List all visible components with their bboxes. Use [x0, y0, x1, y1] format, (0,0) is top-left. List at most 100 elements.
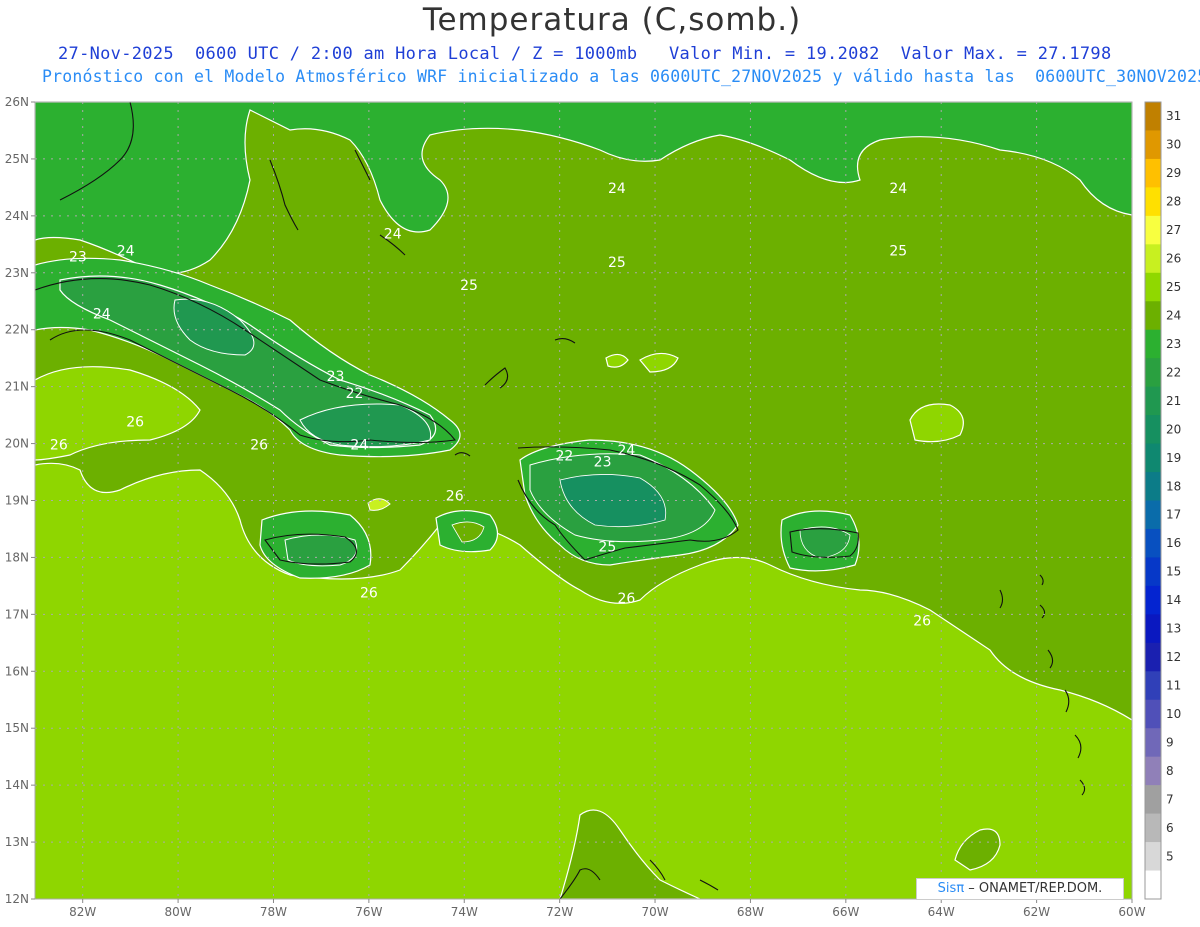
colorbar-swatch: [1145, 102, 1161, 131]
colorbar-swatch: [1145, 785, 1161, 815]
colorbar-swatch: [1145, 329, 1161, 359]
contour-label: 23: [327, 369, 345, 385]
colorbar-swatch: [1145, 187, 1161, 217]
contour-label: 24: [384, 227, 402, 243]
lat-label: 13N: [5, 835, 29, 849]
lat-label: 24N: [5, 209, 29, 223]
colorbar-label: 28: [1166, 195, 1181, 209]
colorbar-label: 8: [1166, 764, 1174, 778]
colorbar-label: 14: [1166, 593, 1181, 607]
credit-logo: Sis: [937, 881, 957, 896]
colorbar-swatch: [1145, 443, 1161, 473]
lat-label: 22N: [5, 323, 29, 337]
colorbar-label: 24: [1166, 308, 1181, 322]
colorbar-swatch: [1145, 813, 1161, 843]
contour-label: 26: [50, 437, 68, 453]
colorbar-swatch: [1145, 671, 1161, 701]
colorbar-swatch: [1145, 728, 1161, 758]
band-23-jamaica: [284, 534, 358, 567]
contour-label: 26: [360, 585, 378, 601]
lat-label: 17N: [5, 607, 29, 621]
contour-label: 24: [889, 181, 907, 197]
lon-label: 68W: [737, 905, 764, 919]
lon-label: 62W: [1023, 905, 1050, 919]
lat-label: 23N: [5, 266, 29, 280]
colorbar-label: 29: [1166, 166, 1181, 180]
contour-label: 24: [350, 437, 368, 453]
contour-label: 23: [69, 249, 87, 265]
contour-label: 26: [446, 489, 464, 505]
colorbar-label: 9: [1166, 735, 1174, 749]
colorbar-swatch: [1145, 699, 1161, 729]
contour-label: 24: [608, 181, 626, 197]
colorbar-label: 16: [1166, 536, 1181, 550]
colorbar-swatch: [1145, 642, 1161, 672]
colorbar-label: 21: [1166, 394, 1181, 408]
lat-label: 25N: [5, 152, 29, 166]
colorbar-swatch: [1145, 842, 1161, 872]
contour-label: 26: [618, 591, 636, 607]
lon-label: 74W: [451, 905, 478, 919]
colorbar-label: 17: [1166, 508, 1181, 522]
contour-label: 26: [913, 614, 931, 630]
colorbar-label: 20: [1166, 422, 1181, 436]
lat-label: 19N: [5, 494, 29, 508]
colorbar-swatch: [1145, 585, 1161, 615]
colorbar-swatch: [1145, 215, 1161, 245]
contour-label: 22: [556, 449, 574, 465]
colorbar-swatch: [1145, 614, 1161, 644]
contour-label: 26: [126, 414, 144, 430]
colorbar-label: 6: [1166, 821, 1174, 835]
colorbar-swatch: [1145, 244, 1161, 274]
lon-label: 64W: [928, 905, 955, 919]
lon-label: 66W: [832, 905, 859, 919]
colorbar-label: 26: [1166, 252, 1181, 266]
lat-label: 26N: [5, 95, 29, 109]
contour-label: 24: [117, 244, 135, 260]
lon-label: 72W: [546, 905, 573, 919]
colorbar-label: 18: [1166, 479, 1181, 493]
colorbar-label: 12: [1166, 650, 1181, 664]
band-26-east-patch: [909, 403, 964, 443]
colorbar-swatch: [1145, 158, 1161, 188]
lat-label: 18N: [5, 550, 29, 564]
colorbar-swatch: [1145, 301, 1161, 331]
lon-label: 80W: [165, 905, 192, 919]
colorbar-swatch: [1145, 756, 1161, 786]
colorbar-swatch: [1145, 130, 1161, 160]
colorbar-swatch: [1145, 472, 1161, 501]
colorbar-label: 15: [1166, 565, 1181, 579]
lon-label: 76W: [355, 905, 382, 919]
colorbar-swatch: [1145, 557, 1161, 587]
colorbar-label: 11: [1166, 679, 1181, 693]
colorbar-label: 19: [1166, 451, 1181, 465]
map-canvas: 82W 80W 78W 76W 74W 72W 70W 68W 66W 64W 62W 60W 26N 2…: [5, 95, 1182, 919]
credit-text: – ONAMET/REP.DOM.: [968, 881, 1103, 896]
credit-badge: Sisπ – ONAMET/REP.DOM.: [916, 878, 1124, 900]
lat-label: 15N: [5, 721, 29, 735]
lon-label: 70W: [641, 905, 668, 919]
lon-label: 60W: [1118, 905, 1145, 919]
colorbar-label: 22: [1166, 365, 1181, 379]
colorbar-label: 27: [1166, 223, 1181, 237]
colorbar-label: 7: [1166, 792, 1174, 806]
colorbar-swatch: [1145, 272, 1161, 302]
contour-label: 23: [594, 454, 612, 470]
colorbar-label: 13: [1166, 622, 1181, 636]
contour-label: 25: [460, 278, 478, 294]
colorbar-swatch: [1145, 500, 1161, 530]
colorbar-label: 23: [1166, 337, 1181, 351]
contour-label: 26: [250, 437, 268, 453]
colorbar-swatch: [1145, 870, 1161, 900]
contour-label: 25: [598, 540, 616, 556]
colorbar-label: 30: [1166, 138, 1181, 152]
lat-label: 14N: [5, 778, 29, 792]
colorbar-label: 31: [1166, 109, 1181, 123]
lat-label: 20N: [5, 437, 29, 451]
contour-label: 25: [889, 244, 907, 260]
lat-label: 21N: [5, 380, 29, 394]
lon-label: 82W: [69, 905, 96, 919]
colorbar-label: 5: [1166, 849, 1174, 863]
lat-label: 12N: [5, 892, 29, 906]
colorbar-label: 10: [1166, 707, 1181, 721]
